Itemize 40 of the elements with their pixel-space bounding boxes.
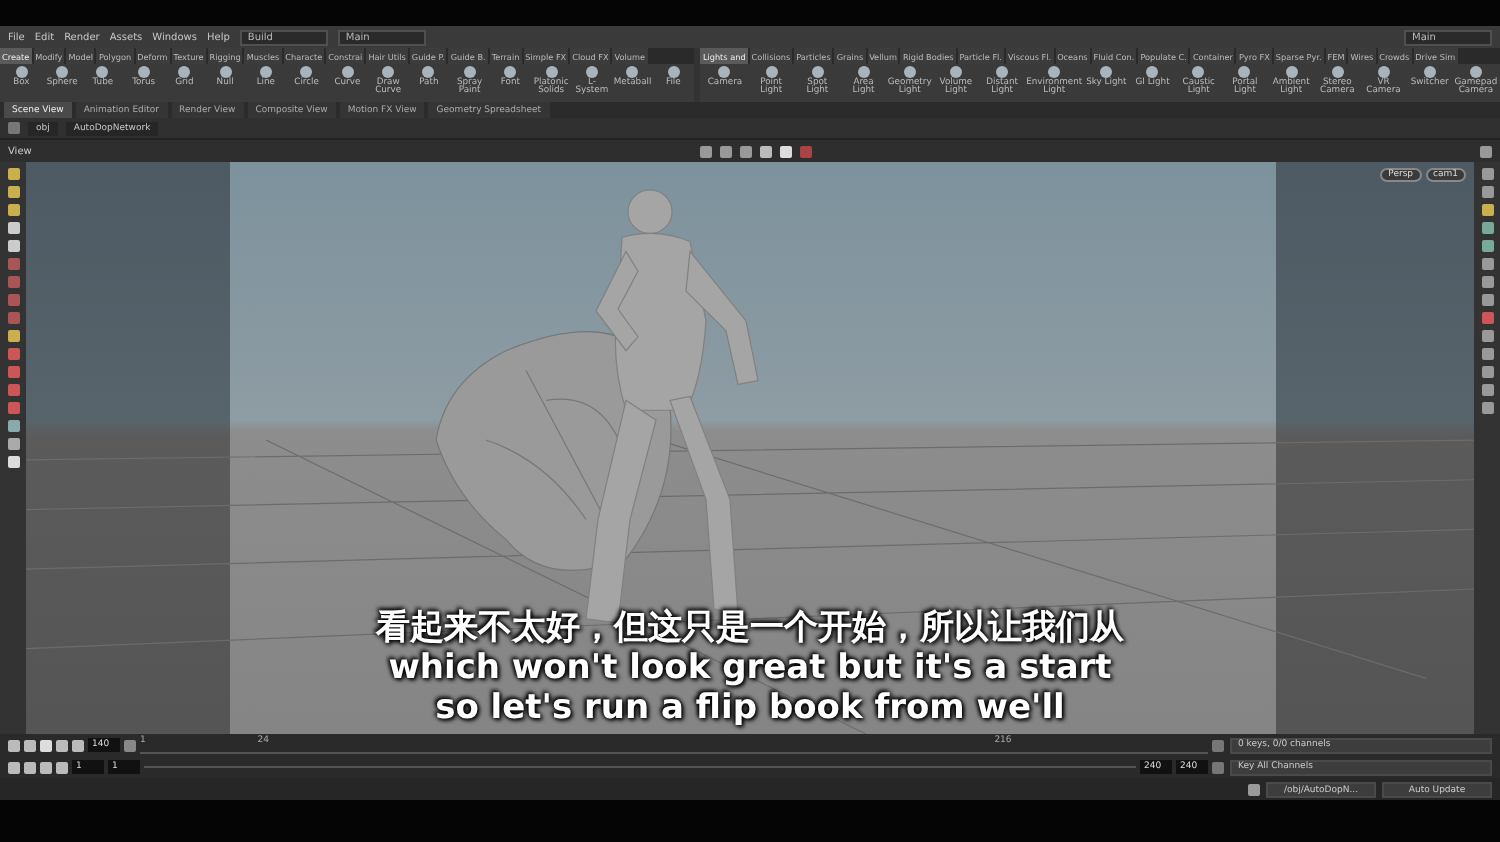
square-icon[interactable] [1481, 330, 1493, 342]
square-icon[interactable] [1481, 258, 1493, 270]
square-icon[interactable] [1481, 240, 1493, 252]
subtitle-line: which won't look great but it's a start [388, 650, 1112, 688]
square-icon[interactable] [1481, 222, 1493, 234]
square-icon[interactable] [24, 761, 36, 773]
square-icon[interactable] [7, 240, 19, 252]
square-icon[interactable] [1481, 168, 1493, 180]
square-icon[interactable] [1481, 402, 1493, 414]
square-icon[interactable] [7, 420, 19, 432]
square-icon[interactable] [7, 330, 19, 342]
square-icon[interactable] [24, 739, 36, 751]
square-icon[interactable] [72, 739, 84, 751]
square-icon[interactable] [1481, 294, 1493, 306]
square-icon[interactable] [56, 761, 68, 773]
square-icon[interactable] [719, 145, 732, 157]
square-icon[interactable] [1481, 276, 1493, 288]
square-icon[interactable] [699, 145, 712, 157]
square-icon[interactable] [1481, 204, 1493, 216]
subtitle-line: 看起来不太好，但这只是一个开始，所以让我们从 [376, 610, 1124, 648]
square-icon[interactable] [1481, 366, 1493, 378]
subtitle-line: so let's run a flip book from we'll [435, 690, 1065, 728]
square-icon[interactable] [7, 222, 19, 234]
square-icon[interactable] [40, 761, 52, 773]
square-icon[interactable] [739, 145, 752, 157]
square-icon[interactable] [40, 739, 52, 751]
square-icon[interactable] [8, 761, 20, 773]
square-icon[interactable] [1481, 186, 1493, 198]
square-icon[interactable] [1481, 384, 1493, 396]
square-icon[interactable] [56, 739, 68, 751]
square-icon[interactable] [1481, 348, 1493, 360]
square-icon[interactable] [779, 145, 792, 157]
square-icon[interactable] [8, 739, 20, 751]
square-icon[interactable] [7, 186, 19, 198]
square-icon[interactable] [7, 168, 19, 180]
square-icon[interactable] [7, 456, 19, 468]
square-icon[interactable] [7, 204, 19, 216]
square-icon[interactable] [759, 145, 772, 157]
square-icon[interactable] [1480, 145, 1492, 157]
square-icon[interactable] [7, 438, 19, 450]
